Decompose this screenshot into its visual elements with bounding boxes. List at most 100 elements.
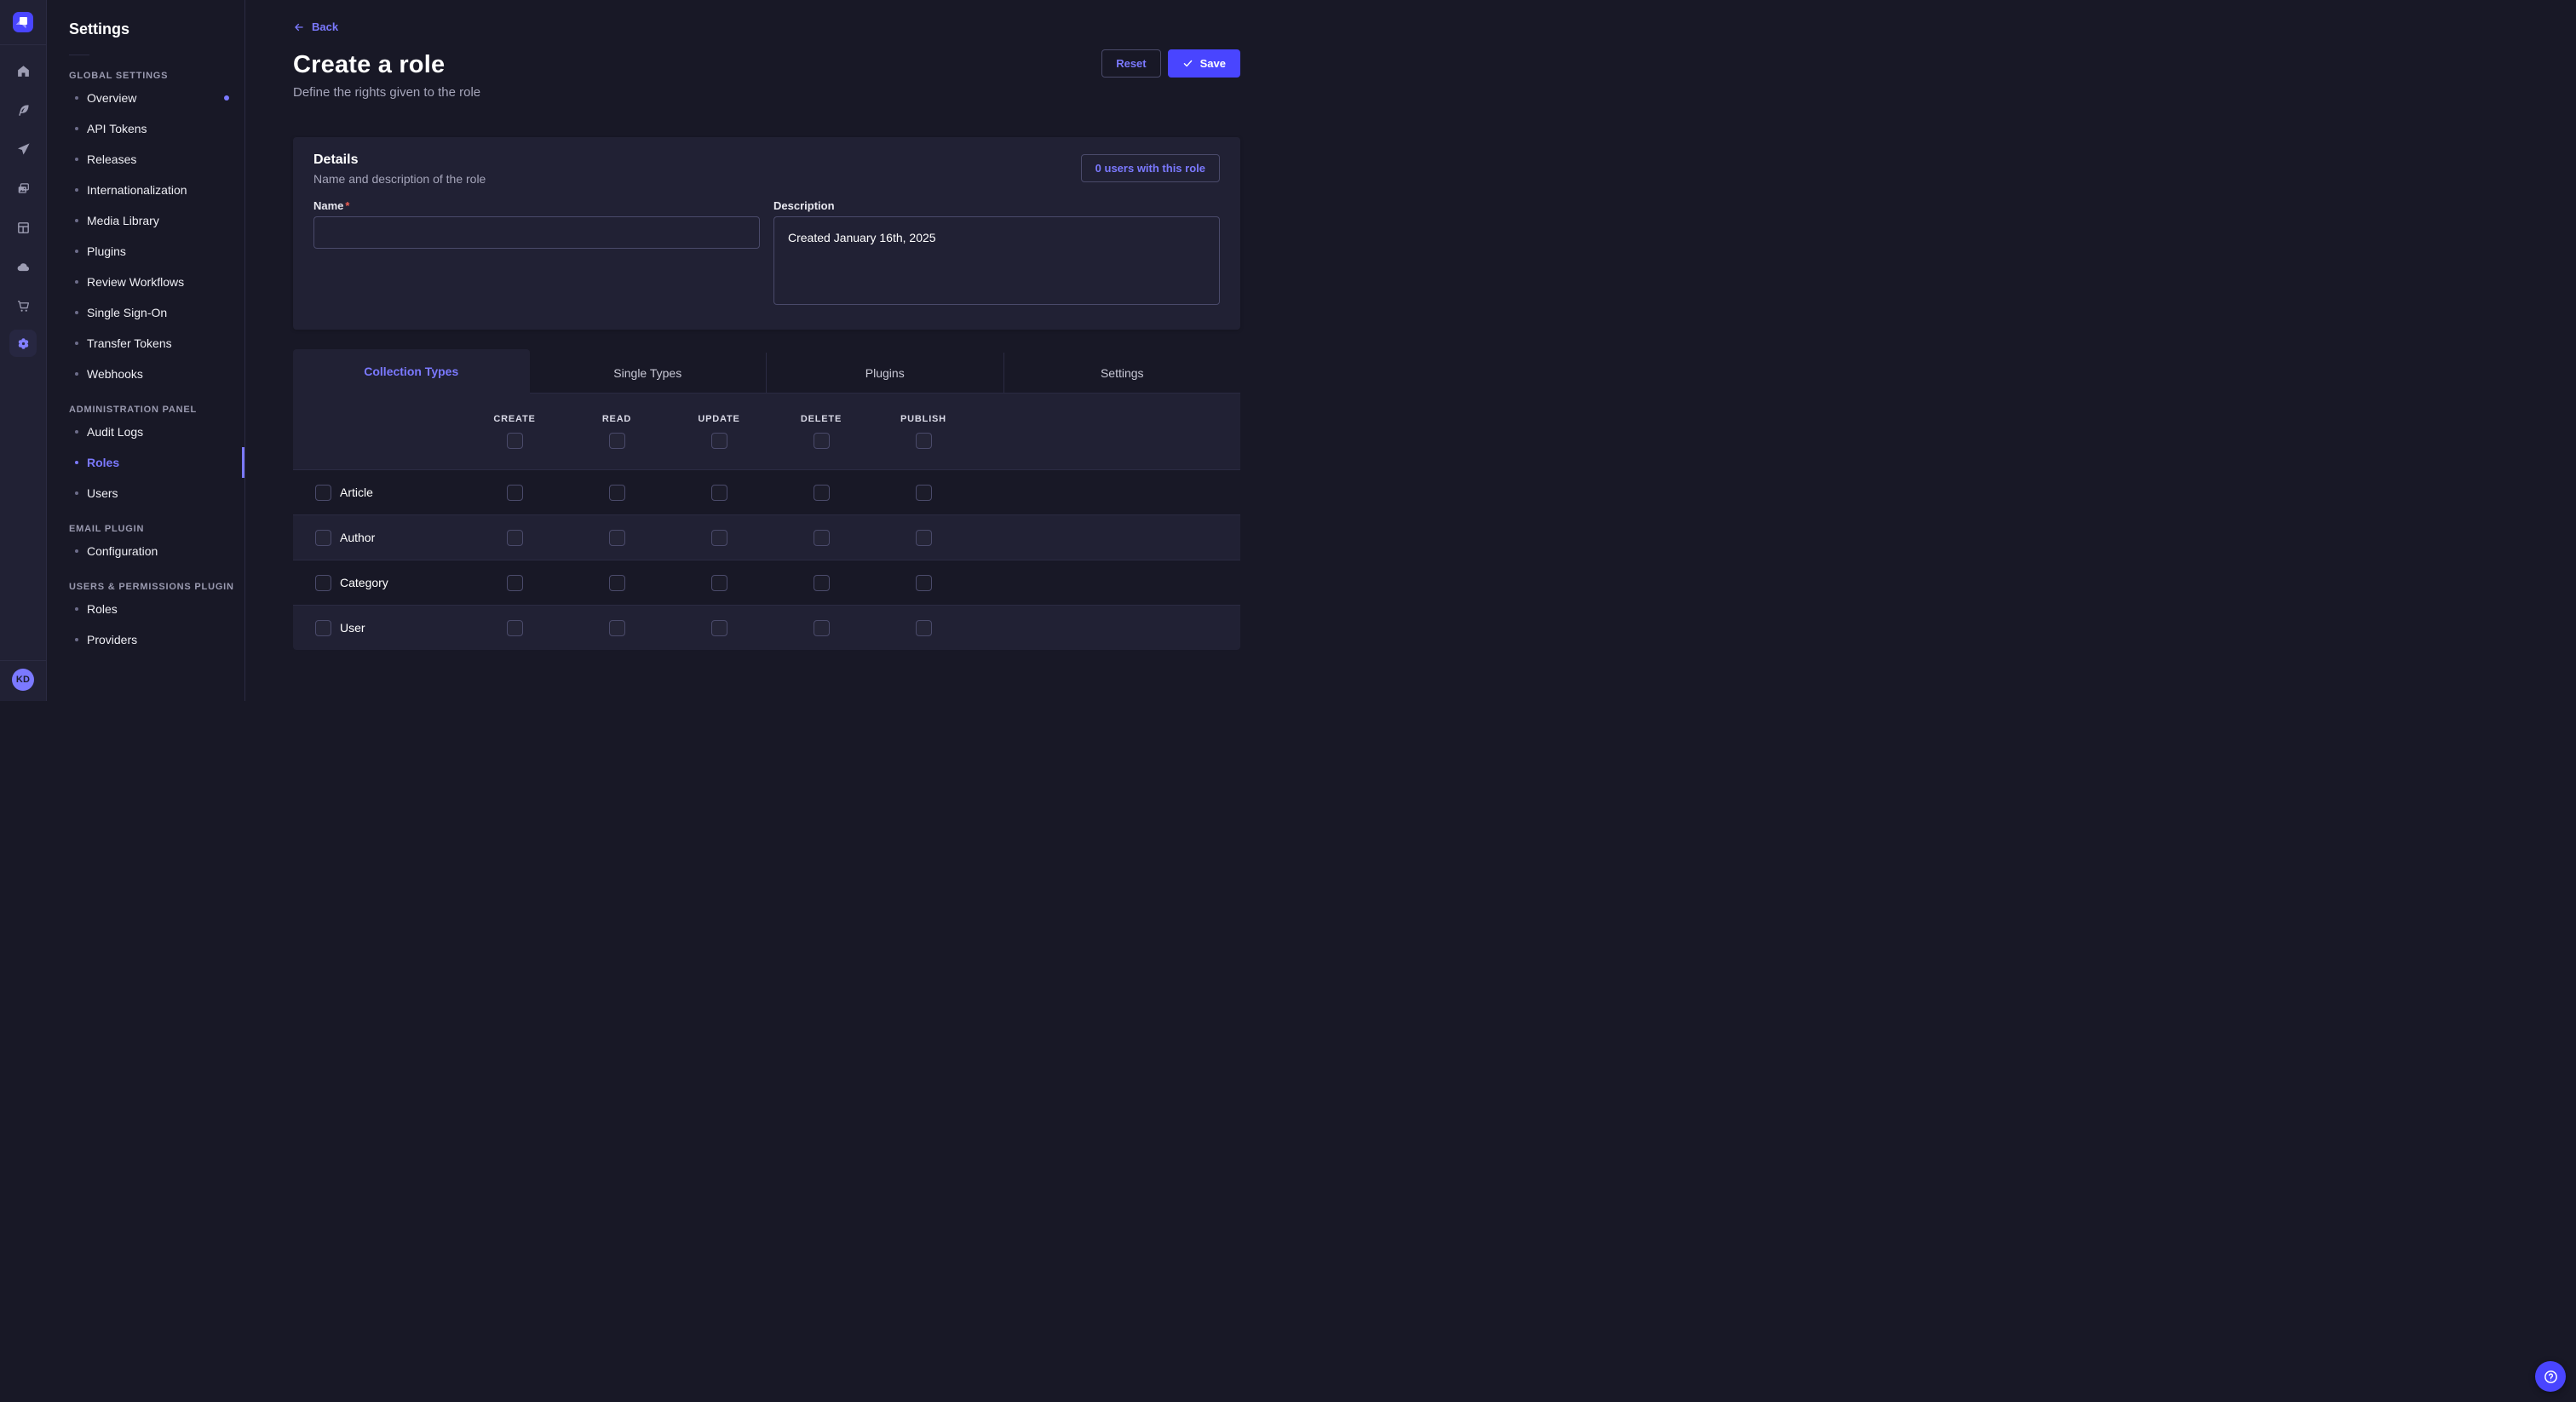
- sidebar-item-webhooks[interactable]: Webhooks: [47, 359, 244, 389]
- bullet-icon: [75, 158, 78, 161]
- sidebar-item-label: Audit Logs: [87, 425, 143, 439]
- layout-icon[interactable]: [9, 212, 37, 243]
- question-mark-icon: [2543, 1369, 2559, 1385]
- sidebar-item-overview[interactable]: Overview: [47, 83, 244, 113]
- row-select-checkbox[interactable]: [315, 530, 331, 546]
- author-publish-checkbox[interactable]: [916, 530, 932, 546]
- users-with-role-button[interactable]: 0 users with this role: [1081, 154, 1220, 182]
- paper-plane-icon[interactable]: [9, 134, 37, 164]
- cart-icon[interactable]: [9, 290, 37, 321]
- name-input[interactable]: [313, 216, 760, 249]
- gear-icon[interactable]: [9, 330, 37, 357]
- user-delete-checkbox[interactable]: [814, 620, 830, 636]
- header-actions: Reset Save: [1101, 49, 1240, 78]
- section-label-global-settings: GLOBAL SETTINGS: [69, 71, 244, 81]
- sidebar-item-label: Configuration: [87, 544, 158, 558]
- category-create-checkbox[interactable]: [507, 575, 523, 591]
- select-all-create-checkbox[interactable]: [507, 433, 523, 449]
- sidebar-item-label: Single Sign-On: [87, 306, 167, 319]
- sidebar-item-audit-logs[interactable]: Audit Logs: [47, 417, 244, 447]
- cloud-icon[interactable]: [9, 251, 37, 282]
- category-delete-checkbox[interactable]: [814, 575, 830, 591]
- article-create-checkbox[interactable]: [507, 485, 523, 501]
- tab-single-types[interactable]: Single Types: [530, 353, 767, 394]
- name-field-group: Name*: [313, 199, 760, 309]
- strapi-logo[interactable]: [13, 12, 33, 32]
- table-row-author: Author: [293, 514, 1240, 560]
- feather-icon[interactable]: [9, 95, 37, 125]
- category-update-checkbox[interactable]: [711, 575, 727, 591]
- sidebar-item-api-tokens[interactable]: API Tokens: [47, 113, 244, 144]
- sidebar-item-users[interactable]: Users: [47, 478, 244, 509]
- notification-dot: [224, 95, 229, 101]
- row-name: Category: [340, 576, 388, 589]
- avatar[interactable]: KD: [12, 669, 34, 691]
- settings-subnav: Settings GLOBAL SETTINGS Overview API To…: [47, 0, 245, 701]
- article-update-checkbox[interactable]: [711, 485, 727, 501]
- sidebar-item-internationalization[interactable]: Internationalization: [47, 175, 244, 205]
- sidebar-item-configuration[interactable]: Configuration: [47, 536, 244, 566]
- reset-button[interactable]: Reset: [1101, 49, 1160, 78]
- bullet-icon: [75, 311, 78, 314]
- select-all-read-checkbox[interactable]: [609, 433, 625, 449]
- global-settings-list: Overview API Tokens Releases Internation…: [47, 83, 244, 389]
- help-button[interactable]: [2535, 1361, 2566, 1392]
- bullet-icon: [75, 491, 78, 495]
- sidebar-item-transfer-tokens[interactable]: Transfer Tokens: [47, 328, 244, 359]
- author-update-checkbox[interactable]: [711, 530, 727, 546]
- sidebar-item-single-sign-on[interactable]: Single Sign-On: [47, 297, 244, 328]
- rail-footer-divider: [0, 660, 47, 661]
- select-all-update-checkbox[interactable]: [711, 433, 727, 449]
- row-select-checkbox[interactable]: [315, 575, 331, 591]
- sidebar-item-up-roles[interactable]: Roles: [47, 594, 244, 624]
- users-permissions-list: Roles Providers: [47, 594, 244, 655]
- back-label: Back: [312, 20, 338, 33]
- user-create-checkbox[interactable]: [507, 620, 523, 636]
- sidebar-item-label: Internationalization: [87, 183, 187, 197]
- author-create-checkbox[interactable]: [507, 530, 523, 546]
- category-publish-checkbox[interactable]: [916, 575, 932, 591]
- bullet-icon: [75, 96, 78, 100]
- table-row-user: User: [293, 605, 1240, 650]
- user-read-checkbox[interactable]: [609, 620, 625, 636]
- row-select-checkbox[interactable]: [315, 485, 331, 501]
- column-header-read: Read: [602, 414, 631, 424]
- sidebar-item-label: Plugins: [87, 244, 126, 258]
- author-read-checkbox[interactable]: [609, 530, 625, 546]
- sidebar-item-label: Overview: [87, 91, 136, 105]
- article-publish-checkbox[interactable]: [916, 485, 932, 501]
- select-all-delete-checkbox[interactable]: [814, 433, 830, 449]
- description-textarea[interactable]: Created January 16th, 2025: [773, 216, 1220, 305]
- article-delete-checkbox[interactable]: [814, 485, 830, 501]
- user-update-checkbox[interactable]: [711, 620, 727, 636]
- bullet-icon: [75, 127, 78, 130]
- sidebar-item-providers[interactable]: Providers: [47, 624, 244, 655]
- tab-collection-types[interactable]: Collection Types: [293, 349, 530, 394]
- select-all-publish-checkbox[interactable]: [916, 433, 932, 449]
- sidebar-item-media-library[interactable]: Media Library: [47, 205, 244, 236]
- bullet-icon: [75, 188, 78, 192]
- column-header-update: Update: [698, 414, 739, 424]
- tab-plugins[interactable]: Plugins: [766, 353, 1003, 394]
- row-select-checkbox[interactable]: [315, 620, 331, 636]
- sidebar-item-roles[interactable]: Roles: [47, 447, 244, 478]
- article-read-checkbox[interactable]: [609, 485, 625, 501]
- main-nav-rail: KD: [0, 0, 47, 701]
- save-button[interactable]: Save: [1168, 49, 1240, 78]
- sidebar-item-releases[interactable]: Releases: [47, 144, 244, 175]
- table-row-category: Category: [293, 560, 1240, 605]
- home-icon[interactable]: [9, 55, 37, 86]
- tab-settings[interactable]: Settings: [1003, 353, 1241, 394]
- category-read-checkbox[interactable]: [609, 575, 625, 591]
- back-link[interactable]: Back: [293, 20, 338, 33]
- sidebar-item-label: Releases: [87, 152, 136, 166]
- strapi-logo-glyph: [13, 12, 33, 32]
- sidebar-item-review-workflows[interactable]: Review Workflows: [47, 267, 244, 297]
- images-icon[interactable]: [9, 173, 37, 204]
- user-publish-checkbox[interactable]: [916, 620, 932, 636]
- rail-nav: [9, 45, 37, 369]
- row-name: Author: [340, 531, 375, 544]
- author-delete-checkbox[interactable]: [814, 530, 830, 546]
- sidebar-item-plugins[interactable]: Plugins: [47, 236, 244, 267]
- check-icon: [1182, 58, 1193, 69]
